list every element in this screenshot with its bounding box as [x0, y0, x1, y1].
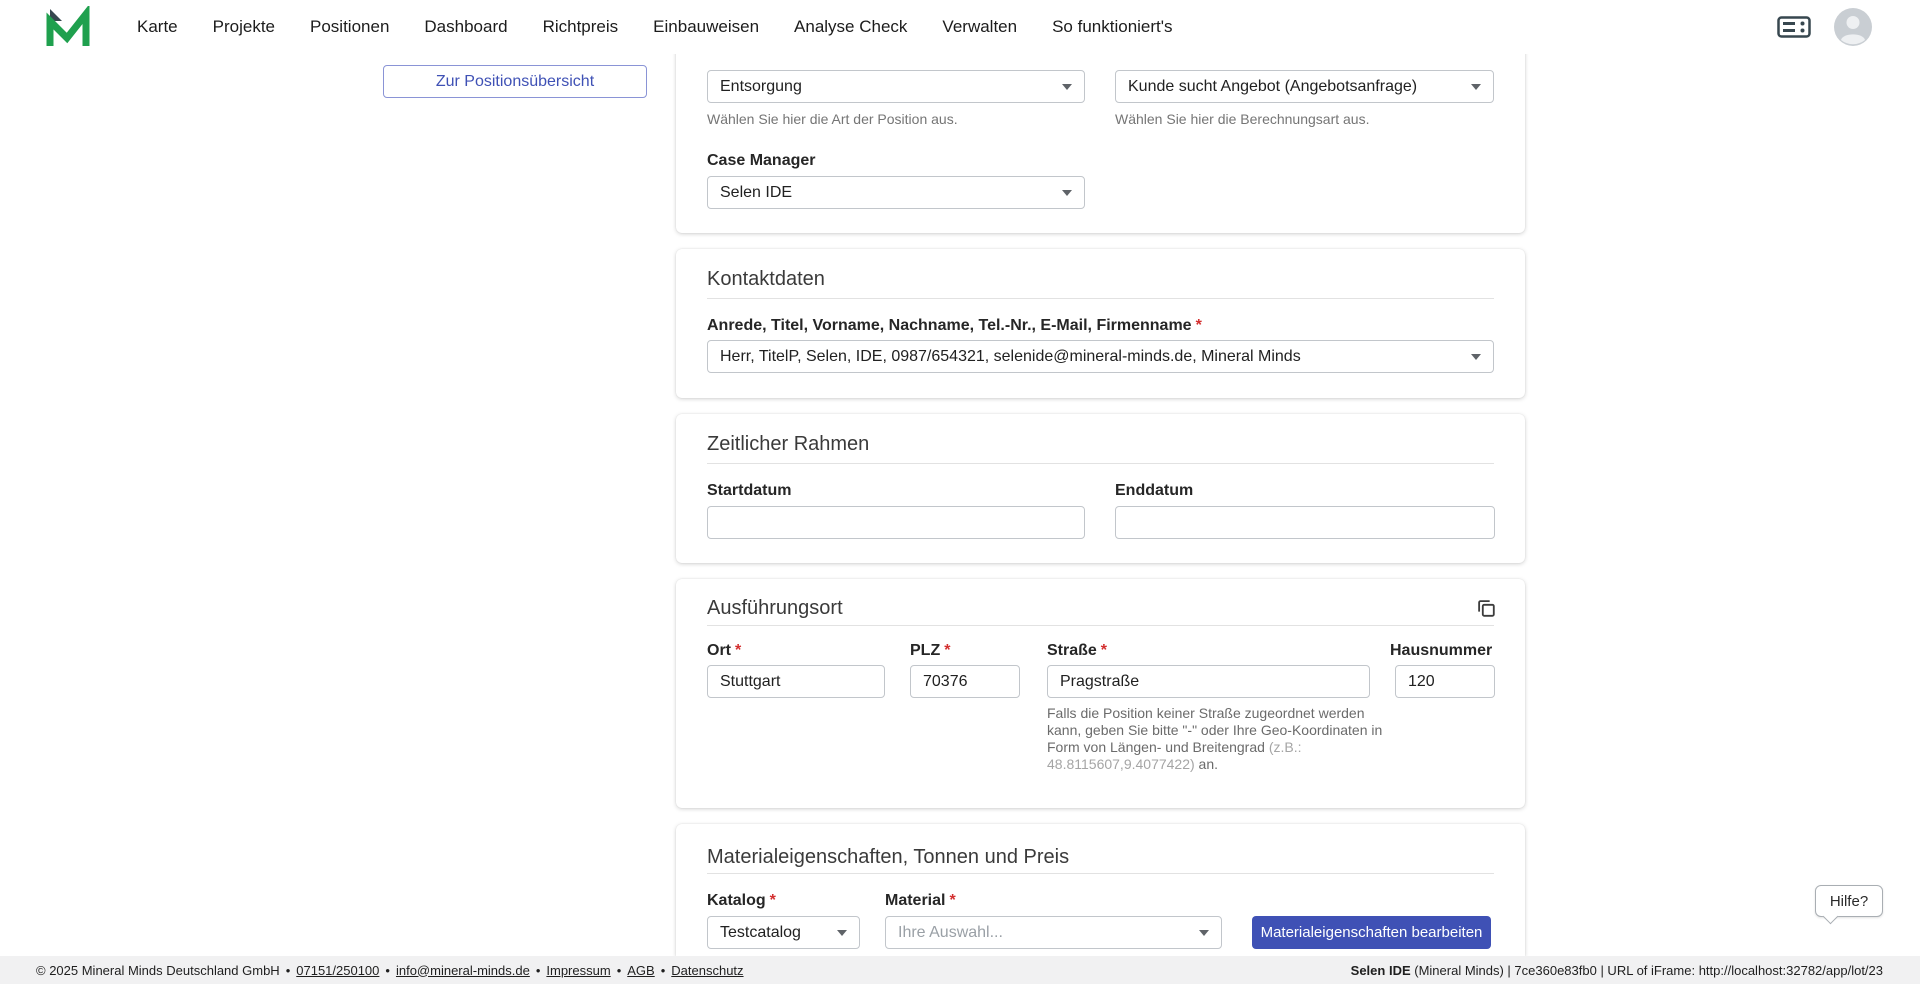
- chevron-down-icon: [837, 930, 847, 936]
- session-details: (Mineral Minds) | 7ce360e83fb0 | URL of …: [1414, 963, 1883, 978]
- nav-item-verwalten[interactable]: Verwalten: [942, 17, 1017, 37]
- contact-card-title: Kontaktdaten: [707, 268, 825, 291]
- catalog-value: Testcatalog: [720, 924, 801, 942]
- divider: [707, 873, 1494, 874]
- nav-item-so-funktionierts[interactable]: So funktioniert's: [1052, 17, 1172, 37]
- chevron-down-icon: [1062, 190, 1072, 196]
- case-manager-select[interactable]: Selen IDE: [707, 176, 1085, 209]
- case-manager-value: Selen IDE: [720, 184, 792, 202]
- house-number-label: Hausnummer: [1390, 642, 1492, 660]
- session-user: Selen IDE: [1351, 963, 1411, 978]
- top-navbar: Karte Projekte Positionen Dashboard Rich…: [0, 0, 1920, 54]
- timeframe-card-title: Zeitlicher Rahmen: [707, 433, 869, 456]
- footer-imprint-link[interactable]: Impressum: [546, 963, 610, 978]
- footer: © 2025 Mineral Minds Deutschland GmbH • …: [0, 956, 1920, 984]
- contact-select[interactable]: Herr, TitelP, Selen, IDE, 0987/654321, s…: [707, 340, 1494, 373]
- required-asterisk: *: [1196, 317, 1202, 334]
- edit-material-properties-button[interactable]: Materialeigenschaften bearbeiten: [1252, 916, 1491, 949]
- material-label: Material*: [885, 892, 956, 910]
- billing-type-help: Wählen Sie hier die Berechnungsart aus.: [1115, 111, 1369, 127]
- material-placeholder: Ihre Auswahl...: [898, 924, 1003, 942]
- chevron-down-icon: [1471, 84, 1481, 90]
- navbar-right: [1777, 8, 1872, 46]
- footer-separator: •: [385, 963, 390, 978]
- contact-value: Herr, TitelP, Selen, IDE, 0987/654321, s…: [720, 348, 1301, 366]
- required-asterisk: *: [944, 642, 950, 659]
- zip-input[interactable]: [910, 665, 1020, 698]
- nav-item-positionen[interactable]: Positionen: [310, 17, 389, 37]
- chevron-down-icon: [1199, 930, 1209, 936]
- user-avatar[interactable]: [1834, 8, 1872, 46]
- start-date-input[interactable]: [707, 506, 1085, 539]
- page: Entsorgung Kunde sucht Angebot (Angebots…: [0, 0, 1920, 994]
- city-label: Ort*: [707, 642, 741, 660]
- nav-item-karte[interactable]: Karte: [137, 17, 178, 37]
- material-select[interactable]: Ihre Auswahl...: [885, 916, 1222, 949]
- chevron-down-icon: [1471, 354, 1481, 360]
- required-asterisk: *: [735, 642, 741, 659]
- catalog-select[interactable]: Testcatalog: [707, 916, 860, 949]
- contact-label: Anrede, Titel, Vorname, Nachname, Tel.-N…: [707, 317, 1202, 335]
- material-card-title: Materialeigenschaften, Tonnen und Preis: [707, 846, 1069, 869]
- footer-email-link[interactable]: info@mineral-minds.de: [396, 963, 530, 978]
- divider: [707, 463, 1494, 464]
- terminal-icon[interactable]: [1777, 16, 1811, 38]
- nav-item-dashboard[interactable]: Dashboard: [424, 17, 507, 37]
- house-number-input[interactable]: [1395, 665, 1495, 698]
- footer-session-info: Selen IDE (Mineral Minds) | 7ce360e83fb0…: [1351, 963, 1883, 978]
- billing-type-value: Kunde sucht Angebot (Angebotsanfrage): [1128, 78, 1417, 96]
- position-type-help: Wählen Sie hier die Art der Position aus…: [707, 111, 958, 127]
- required-asterisk: *: [770, 892, 776, 909]
- billing-type-select[interactable]: Kunde sucht Angebot (Angebotsanfrage): [1115, 70, 1494, 103]
- footer-separator: •: [661, 963, 666, 978]
- help-button-label: Hilfe?: [1830, 893, 1868, 910]
- position-type-value: Entsorgung: [720, 78, 802, 96]
- position-type-select[interactable]: Entsorgung: [707, 70, 1085, 103]
- start-date-label: Startdatum: [707, 482, 791, 500]
- footer-left: © 2025 Mineral Minds Deutschland GmbH • …: [36, 963, 744, 978]
- copy-icon[interactable]: [1474, 596, 1498, 620]
- mineral-minds-logo[interactable]: [45, 6, 91, 48]
- catalog-label: Katalog*: [707, 892, 776, 910]
- footer-privacy-link[interactable]: Datenschutz: [671, 963, 743, 978]
- nav-item-richtpreis[interactable]: Richtpreis: [543, 17, 619, 37]
- footer-separator: •: [286, 963, 291, 978]
- end-date-label: Enddatum: [1115, 482, 1193, 500]
- street-input[interactable]: [1047, 665, 1370, 698]
- nav-item-einbauweisen[interactable]: Einbauweisen: [653, 17, 759, 37]
- divider: [707, 625, 1494, 626]
- footer-separator: •: [617, 963, 622, 978]
- chevron-down-icon: [1062, 84, 1072, 90]
- footer-phone-link[interactable]: 07151/250100: [296, 963, 379, 978]
- zip-label: PLZ*: [910, 642, 950, 660]
- main-nav: Karte Projekte Positionen Dashboard Rich…: [137, 17, 1173, 37]
- end-date-input[interactable]: [1115, 506, 1495, 539]
- required-asterisk: *: [949, 892, 955, 909]
- divider: [707, 298, 1494, 299]
- footer-terms-link[interactable]: AGB: [627, 963, 654, 978]
- back-to-positions-button[interactable]: Zur Positionsübersicht: [383, 65, 647, 98]
- street-label: Straße*: [1047, 642, 1107, 660]
- city-input[interactable]: [707, 665, 885, 698]
- nav-item-projekte[interactable]: Projekte: [213, 17, 275, 37]
- footer-separator: •: [536, 963, 541, 978]
- footer-copyright: © 2025 Mineral Minds Deutschland GmbH: [36, 963, 280, 978]
- case-manager-label: Case Manager: [707, 152, 816, 170]
- required-asterisk: *: [1101, 642, 1107, 659]
- help-button[interactable]: Hilfe?: [1815, 885, 1883, 917]
- nav-item-analyse-check[interactable]: Analyse Check: [794, 17, 907, 37]
- street-help-text: Falls die Position keiner Straße zugeord…: [1047, 705, 1399, 773]
- location-card-title: Ausführungsort: [707, 597, 843, 620]
